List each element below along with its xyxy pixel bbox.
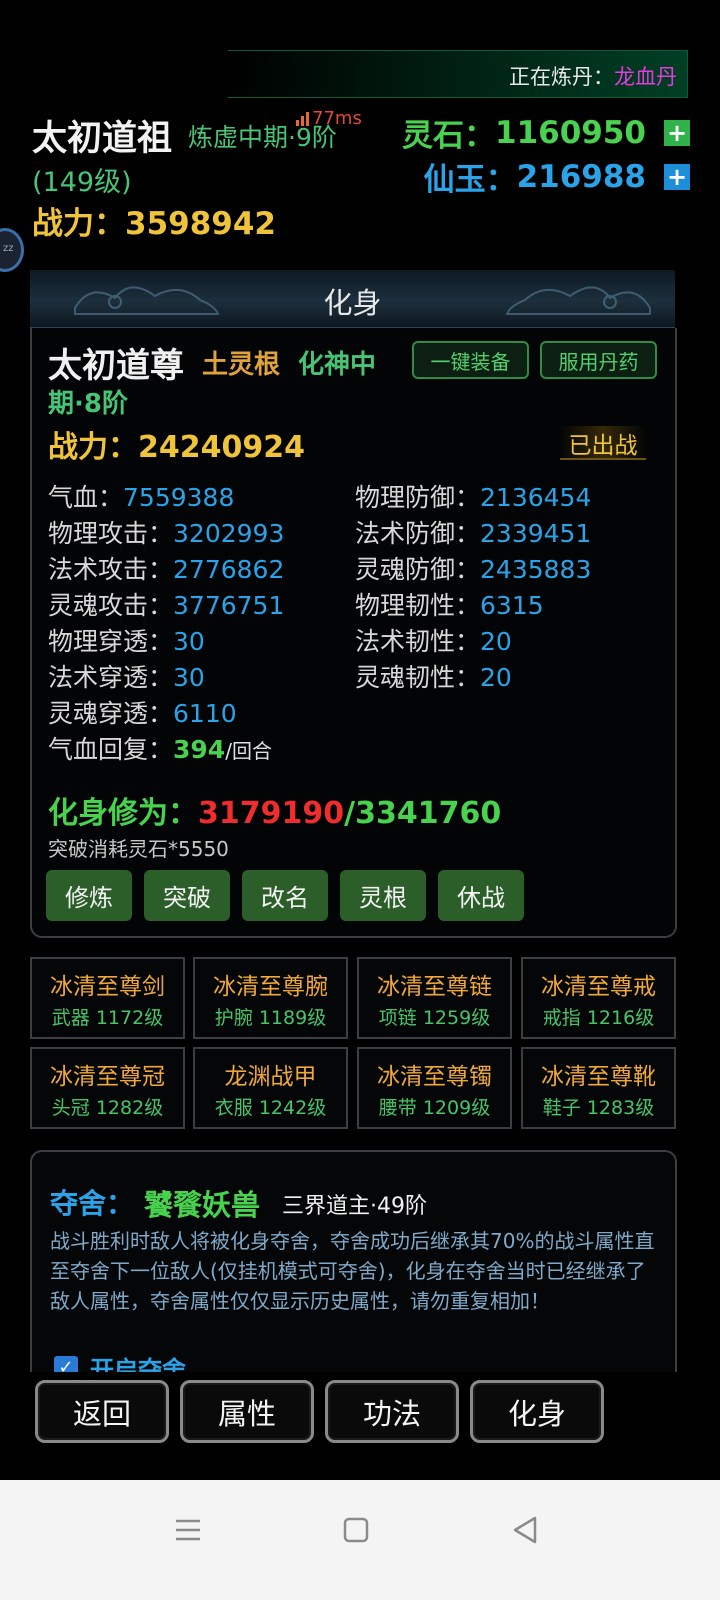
add-jade-button[interactable]: + [664, 163, 690, 190]
cultivation-max: /3341760 [344, 796, 502, 831]
cultivation-label: 化身修为： [48, 796, 198, 831]
avatar-tab[interactable]: 化身 [470, 1380, 604, 1443]
refining-box[interactable]: 正在炼丹：龙血丹 [228, 50, 688, 98]
ping-indicator: 77ms [296, 108, 362, 129]
equip-all-button[interactable]: 一键装备 [412, 341, 529, 379]
equip-slot-ring[interactable]: 冰清至尊戒 戒指 1216级 [521, 957, 676, 1039]
stat-row: 物理韧性：6315 [355, 591, 544, 620]
player-power-value: 3598942 [125, 206, 276, 242]
player-level: (149级) [32, 167, 132, 198]
spirit-stone-value: 1160950 [495, 114, 646, 151]
back-icon[interactable] [505, 1510, 545, 1550]
home-icon[interactable] [336, 1510, 376, 1550]
spirit-stone-row: 灵石： 1160950 + [402, 110, 690, 155]
avatar-panel: 太初道尊 土灵根 化神中 期·8阶 一键装备 服用丹药 战力：24240924 … [30, 328, 677, 938]
bottom-nav: 返回 属性 功法 化身 [0, 1372, 720, 1480]
stat-row: 气血：7559388 [48, 483, 235, 512]
cultivate-button[interactable]: 修炼 [46, 870, 132, 921]
avatar-power: 战力：24240924 [48, 422, 305, 466]
possession-description: 战斗胜利时敌人将被化身夺舍，夺舍成功后继承其70%的战斗属性直至夺舍下一位敌人(… [50, 1229, 655, 1313]
deployed-badge: 已出战 [560, 426, 646, 460]
jade-label: 仙玉： [423, 162, 517, 198]
stat-row: 灵魂穿透：6110 [48, 699, 237, 728]
stat-row: 物理攻击：3202993 [48, 519, 285, 548]
rename-button[interactable]: 改名 [242, 870, 328, 921]
jade-value: 216988 [516, 158, 646, 195]
possession-panel: 夺舍： 饕餮妖兽 三界道主·49阶 战斗胜利时敌人将被化身夺舍，夺舍成功后继承其… [30, 1150, 677, 1390]
breakthrough-cost: 突破消耗灵石*5550 [48, 837, 229, 861]
attributes-tab[interactable]: 属性 [180, 1380, 314, 1443]
cultivation-progress: 化身修为：3179190/3341760 [48, 788, 501, 832]
stat-row: 灵魂韧性：20 [355, 663, 512, 692]
player-power-label: 战力： [32, 206, 125, 242]
avatar-power-value: 24240924 [138, 430, 305, 465]
signal-icon [296, 110, 312, 126]
retire-button[interactable]: 休战 [438, 870, 524, 921]
spirit-root-button[interactable]: 灵根 [340, 870, 426, 921]
banner-title: 化身 [323, 286, 382, 320]
breakthrough-button[interactable]: 突破 [144, 870, 230, 921]
player-name: 太初道祖 [32, 119, 173, 159]
stat-row: 灵魂防御：2435883 [355, 555, 592, 584]
player-power: 战力：3598942 [32, 198, 276, 243]
stat-row: 法术防御：2339451 [355, 519, 592, 548]
refining-bar: 正在炼丹：龙血丹 [0, 50, 688, 98]
cultivation-current: 3179190 [198, 796, 345, 831]
ping-value: 77ms [312, 108, 362, 129]
menu-icon[interactable] [168, 1510, 208, 1550]
avatar-root: 土灵根 [202, 350, 281, 380]
avatar-power-label: 战力： [48, 430, 138, 465]
possession-beast: 饕餮妖兽 [144, 1188, 261, 1222]
refining-label: 正在炼丹： [509, 65, 614, 89]
equip-slot-weapon[interactable]: 冰清至尊剑 武器 1172级 [30, 957, 185, 1039]
equip-slot-crown[interactable]: 冰清至尊冠 头冠 1282级 [30, 1047, 185, 1129]
stat-row: 物理穿透：30 [48, 627, 205, 656]
use-pill-button[interactable]: 服用丹药 [540, 341, 657, 379]
avatar-name: 太初道尊 [48, 346, 184, 386]
equip-slot-necklace[interactable]: 冰清至尊链 项链 1259级 [357, 957, 512, 1039]
stat-row: 法术穿透：30 [48, 663, 205, 692]
sleep-icon: zz [3, 243, 14, 254]
equip-slot-armor[interactable]: 龙渊战甲 衣服 1242级 [193, 1047, 348, 1129]
spirit-stone-label: 灵石： [402, 118, 495, 154]
stat-row: 物理防御：2136454 [355, 483, 592, 512]
techniques-tab[interactable]: 功法 [325, 1380, 459, 1443]
avatar-realm-cont: 期·8阶 [48, 389, 128, 419]
section-banner: 化身 [30, 270, 675, 328]
add-spirit-stone-button[interactable]: + [664, 119, 690, 146]
floating-bubble-button[interactable]: zz [0, 228, 24, 272]
equip-slot-belt[interactable]: 冰清至尊镯 腰带 1209级 [357, 1047, 512, 1129]
refining-status: 正在炼丹：龙血丹 [509, 61, 677, 91]
equip-slot-bracer[interactable]: 冰清至尊腕 护腕 1189级 [193, 957, 348, 1039]
stat-row: 法术韧性：20 [355, 627, 512, 656]
back-button[interactable]: 返回 [35, 1380, 169, 1443]
stat-row: 灵魂攻击：3776751 [48, 591, 285, 620]
possession-label: 夺舍： [50, 1187, 135, 1220]
equip-slot-boots[interactable]: 冰清至尊靴 鞋子 1283级 [521, 1047, 676, 1129]
system-nav-bar [0, 1480, 720, 1600]
refining-item: 龙血丹 [614, 65, 677, 89]
jade-row: 仙玉： 216988 + [424, 154, 690, 199]
stat-row: 法术攻击：2776862 [48, 555, 285, 584]
possession-realm: 三界道主·49阶 [282, 1194, 427, 1219]
avatar-realm: 化神中 [298, 350, 377, 380]
regen-row: 气血回复：394/回合 [48, 735, 272, 764]
